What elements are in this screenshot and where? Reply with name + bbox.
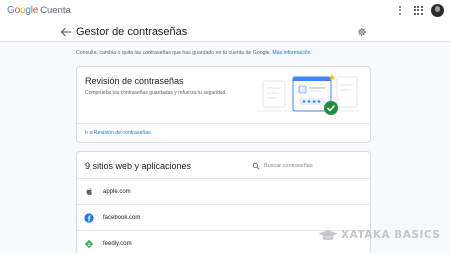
top-actions — [394, 3, 444, 17]
sites-count-title: 9 sitios web y aplicaciones — [85, 161, 192, 171]
apple-icon — [84, 187, 94, 197]
site-name: facebook.com — [103, 214, 141, 221]
site-name: feedly.com — [103, 240, 132, 247]
page-title: Gestor de contraseñas — [76, 26, 188, 38]
site-row[interactable]: apple.com — [77, 178, 370, 204]
google-account-logo[interactable]: Google Cuenta — [7, 5, 71, 16]
more-vert-icon[interactable] — [394, 3, 406, 17]
graduation-cap-icon — [318, 229, 338, 240]
password-checkup-card: Revisión de contraseñas Comprueba tus co… — [76, 66, 371, 143]
checkup-description: Comprueba tus contraseñas guardadas y re… — [85, 90, 227, 96]
intro-text: Consulta, cambia o quita las contraseñas… — [76, 50, 311, 56]
feedly-icon — [84, 239, 94, 249]
gear-icon[interactable] — [357, 27, 367, 37]
facebook-icon — [84, 212, 94, 223]
avatar[interactable] — [431, 3, 444, 17]
site-row[interactable]: facebook.com — [77, 204, 370, 230]
checkup-title: Revisión de contraseñas — [85, 76, 184, 86]
card-divider — [77, 123, 370, 124]
product-name: Cuenta — [40, 5, 71, 16]
more-info-link[interactable]: Más información — [272, 50, 310, 56]
back-arrow-icon[interactable] — [60, 27, 72, 37]
google-wordmark: Google — [7, 5, 39, 16]
watermark-text: XATAKA BASICS — [341, 229, 441, 241]
password-checkup-illustration — [257, 74, 361, 115]
go-to-checkup-link[interactable]: Ir a Revisión de contraseñas — [85, 130, 151, 136]
page-header: Gestor de contraseñas — [0, 22, 450, 42]
search-box — [252, 162, 344, 170]
xataka-watermark: XATAKA BASICS — [318, 228, 440, 242]
site-name: apple.com — [103, 188, 131, 195]
search-icon — [252, 162, 260, 170]
search-passwords-input[interactable] — [264, 163, 344, 169]
apps-grid-icon[interactable] — [412, 4, 424, 16]
top-app-bar: Google Cuenta — [0, 0, 450, 22]
